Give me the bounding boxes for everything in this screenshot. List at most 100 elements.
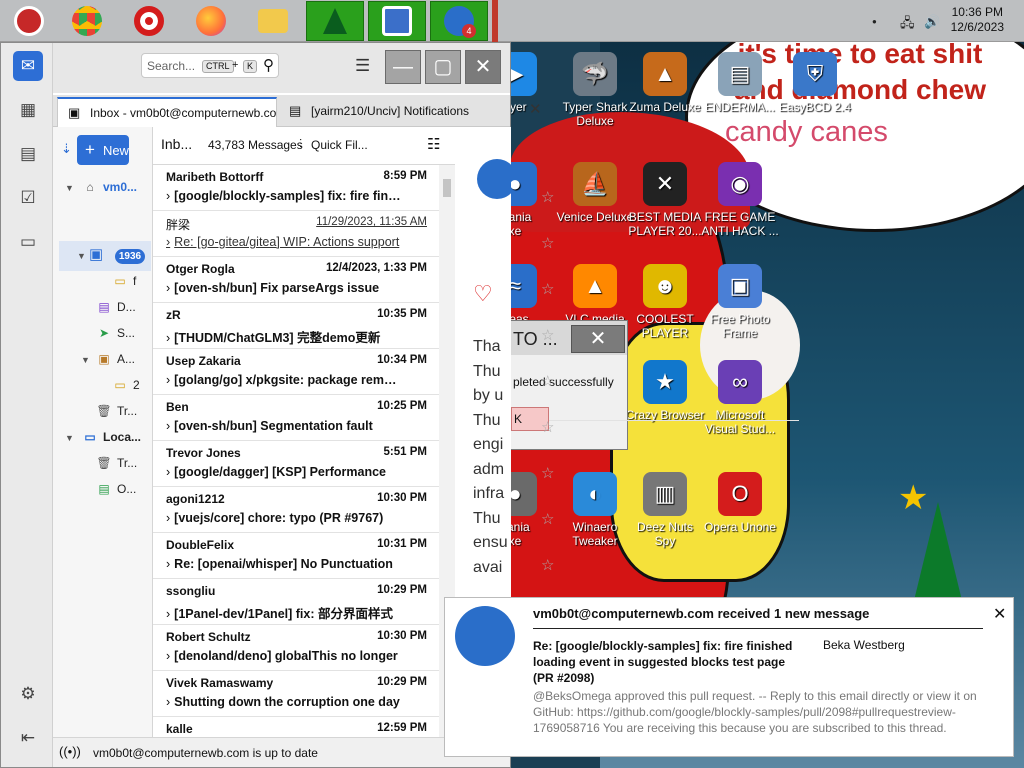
folder-item[interactable]: ▭ 2 — [111, 378, 139, 392]
chat-icon[interactable]: ▭ — [13, 227, 43, 257]
folder-item[interactable]: ▤ O... — [95, 482, 136, 496]
new-message-button[interactable]: + New — [77, 135, 129, 165]
message-subject: › Re: [go-gitea/gitea] WIP: Actions suppo… — [166, 235, 404, 249]
app-icon: O — [718, 472, 762, 516]
desktop-icon[interactable]: 🦈 Typer Shark Deluxe — [555, 52, 635, 128]
calendar-icon[interactable]: ▤ — [13, 139, 43, 169]
desktop-icon[interactable]: ▤ ENDERMA... — [700, 52, 780, 114]
search-icon[interactable]: ⚲ — [263, 56, 274, 74]
thread-chevron-icon[interactable]: › — [166, 649, 170, 663]
message-row[interactable]: ssongliu 10:29 PM › [1Panel-dev/1Panel] fix… — [153, 579, 554, 625]
message-row[interactable]: Maribeth Bottorff 8:59 PM › [google/blockly… — [153, 165, 554, 211]
message-row[interactable]: agoni1212 10:30 PM › [vuejs/core] chore: ty… — [153, 487, 554, 533]
tab-close-icon[interactable]: ✕ — [529, 100, 542, 118]
new-mail-notification[interactable]: vm0b0t@computernewb.com received 1 new m… — [444, 597, 1014, 757]
folder-account[interactable]: ⌂ vm0... — [81, 180, 137, 194]
folder-item[interactable]: 🗑 Tr... — [95, 456, 137, 470]
message-body: Tha Thu by u Thu engi adm infra Thu ensu… — [473, 338, 508, 576]
thread-chevron-icon[interactable]: › — [166, 465, 170, 479]
desktop-icon[interactable]: ●nania xe — [510, 472, 555, 548]
desktop-icon[interactable]: ▥ Deez Nuts Spy — [625, 472, 705, 548]
thread-chevron-icon[interactable]: › — [166, 373, 170, 387]
thread-chevron-icon[interactable]: › — [166, 331, 170, 345]
christmas-tree-app-icon[interactable] — [306, 1, 364, 41]
desktop-icon[interactable]: O Opera Unone — [700, 472, 780, 534]
mail-space-icon[interactable]: ✉ — [13, 51, 43, 81]
message-row[interactable]: Usep Zakaria 10:34 PM › [golang/go] x/pkgsi… — [153, 349, 554, 395]
close-button[interactable]: ✕ — [465, 50, 501, 84]
folder-local[interactable]: ▭ Loca... — [81, 430, 141, 444]
message-row[interactable]: Trevor Jones 5:51 PM › [google/dagger] [KSP… — [153, 441, 554, 487]
folder-item[interactable]: 🗑 Tr... — [95, 404, 137, 418]
app-menu-icon[interactable]: ☰ — [355, 56, 370, 76]
search-placeholder: Search... — [147, 59, 196, 73]
desktop-icon[interactable]: ▲ Zuma Deluxe — [625, 52, 705, 114]
desktop-icon[interactable]: ▲ VLC media — [555, 264, 635, 326]
maximize-button[interactable]: ▢ — [425, 50, 461, 84]
clock[interactable]: 10:36 PM 12/6/2023 — [951, 5, 1004, 35]
message-date: 10:31 PM — [377, 538, 427, 550]
tree-star-icon: ★ — [898, 479, 929, 517]
connection-icon: ((•)) — [59, 744, 81, 759]
thread-chevron-icon[interactable]: › — [166, 235, 170, 249]
minimize-button[interactable]: — — [385, 50, 421, 84]
message-row[interactable]: Otger Rogla 12/4/2023, 1:33 PM › [oven-sh/b… — [153, 257, 554, 303]
desktop-icon[interactable]: ☻ COOLEST PLAYER — [625, 264, 705, 340]
message-subject: › [denoland/deno] globalThis no longer — [166, 649, 404, 663]
desktop-icon[interactable]: ▣ Free Photo Frame — [700, 264, 780, 340]
folder-item[interactable]: ➤ S... — [95, 326, 135, 340]
settings-gear-icon[interactable]: ⚙ — [13, 679, 43, 709]
get-messages-icon[interactable]: ⇣ — [61, 141, 72, 157]
desktop-icon[interactable]: ⛵ Venice Deluxe — [555, 162, 635, 224]
tab-notifications[interactable]: ▤ [yairm210/Unciv] Notifications — [279, 97, 469, 127]
thread-chevron-icon[interactable]: › — [166, 557, 170, 571]
santa-app-icon[interactable] — [0, 1, 58, 41]
message-row[interactable]: Ben 10:25 PM › [oven-sh/bun] Segmentation f… — [153, 395, 554, 441]
desktop-icon[interactable]: ⛨ EasyBCD 2.4 — [775, 52, 855, 114]
chrome-icon[interactable] — [58, 1, 116, 41]
desktop-icon[interactable]: ◐ Winaero Tweaker — [555, 472, 635, 548]
message-row[interactable]: zR10:35 PM›[THUDM/ChatGLM3] 完整demo更新☆ — [153, 303, 554, 349]
thread-chevron-icon[interactable]: › — [166, 607, 170, 621]
tab-inbox[interactable]: ▣ Inbox - vm0b0t@computernewb.com — [57, 97, 277, 127]
tray-dot-icon[interactable]: ● — [872, 17, 877, 26]
collapse-spaces-icon[interactable]: ⇤ — [13, 723, 43, 753]
chevron-down-icon[interactable]: ▼ — [81, 355, 90, 365]
desktop-icon[interactable]: ✕ BEST MEDIA PLAYER 20... — [625, 162, 705, 238]
folder-item[interactable]: ▭ f — [111, 274, 136, 288]
volume-icon[interactable]: 🔊 — [924, 14, 940, 30]
file-explorer-icon[interactable] — [244, 1, 302, 41]
photo-app-icon[interactable] — [368, 1, 426, 41]
scrollbar-thumb[interactable] — [443, 179, 451, 197]
thread-chevron-icon[interactable]: › — [166, 695, 170, 709]
chevron-down-icon[interactable]: ▼ — [65, 433, 74, 443]
dialog-close-button[interactable]: ✕ — [571, 325, 625, 353]
notification-close-icon[interactable]: ✕ — [993, 604, 1006, 624]
message-row[interactable]: DoubleFelix 10:31 PM › Re: [openai/whisper]… — [153, 533, 554, 579]
desktop-icon[interactable]: ◉ FREE GAME ANTI HACK ... — [700, 162, 780, 238]
chevron-down-icon[interactable]: ▼ — [77, 251, 86, 261]
firefox-icon[interactable] — [182, 1, 240, 41]
global-search[interactable]: Search... CTRL + K ⚲ — [141, 53, 279, 78]
message-row[interactable]: Vivek Ramaswamy 10:29 PM › Shutting down th… — [153, 671, 554, 717]
network-icon[interactable]: 🖧 — [900, 14, 915, 36]
opera-icon[interactable] — [120, 1, 178, 41]
chevron-down-icon[interactable]: ▼ — [65, 183, 74, 193]
thread-chevron-icon[interactable]: › — [166, 189, 170, 203]
dialog-titlebar[interactable]: TO ... ✕ — [511, 321, 627, 355]
inbox-folder-icon[interactable]: ▣ — [89, 245, 103, 263]
thread-chevron-icon[interactable]: › — [166, 511, 170, 525]
message-row[interactable]: Robert Schultz 10:30 PM › [denoland/deno] g… — [153, 625, 554, 671]
view-options-icon[interactable]: ☷ — [427, 135, 440, 153]
address-book-icon[interactable]: ▦ — [13, 95, 43, 125]
folder-item[interactable]: ▤ D... — [95, 300, 135, 314]
plus-icon: + — [85, 140, 95, 159]
tasks-icon[interactable]: ☑ — [13, 183, 43, 213]
thread-chevron-icon[interactable]: › — [166, 281, 170, 295]
message-row[interactable]: 胖梁 11/29/2023, 11:35 AM › Re: [go-gitea/git… — [153, 211, 554, 257]
folder-item[interactable]: ▣ A... — [95, 352, 135, 366]
thunderbird-taskbar-icon[interactable]: 4 — [430, 1, 488, 41]
thread-chevron-icon[interactable]: › — [166, 419, 170, 433]
quick-filter-button[interactable]: Quick Fil... — [311, 138, 368, 152]
message-date: 10:30 PM — [377, 492, 427, 504]
